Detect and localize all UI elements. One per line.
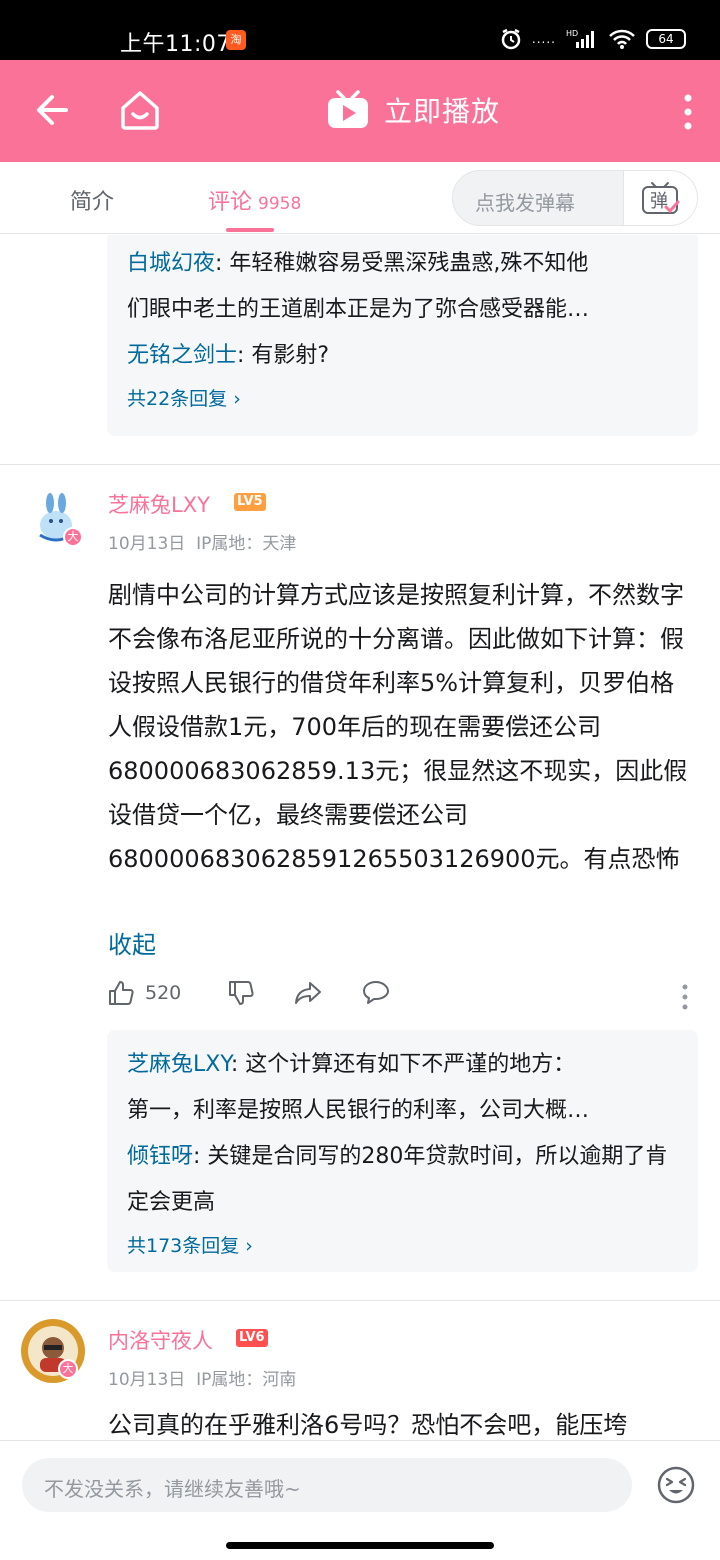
signal-dots-icon: ..... <box>531 32 556 46</box>
comment-ip: IP属地：天津 <box>196 534 297 554</box>
comment-ip: IP属地：河南 <box>196 1370 297 1390</box>
play-now-button[interactable]: 立即播放 <box>326 90 500 130</box>
comment-more-icon[interactable] <box>682 984 688 1010</box>
battery-icon: 64 <box>646 29 686 49</box>
view-more-replies-link[interactable]: 共22条回复 › <box>127 379 678 419</box>
view-more-replies-link[interactable]: 共173条回复 › <box>127 1226 678 1266</box>
comment-body: 剧情中公司的计算方式应该是按照复利计算，不然数字不会像布洛尼亚所说的十分离谱。因… <box>108 581 688 873</box>
active-tab-indicator <box>226 228 274 232</box>
thumbs-up-icon <box>109 981 134 1005</box>
reply-item[interactable]: 倾钰呀: 关键是合同写的280年贷款时间，所以逾期了肯定会更高 <box>127 1134 678 1226</box>
reply-item[interactable]: 白城幻夜: 年轻稚嫩容易受黑深残蛊惑,殊不知他 <box>127 241 678 287</box>
reply-username[interactable]: 无铭之剑士 <box>127 343 237 368</box>
tab-intro[interactable]: 简介 <box>70 184 114 216</box>
reply-item[interactable]: 无铭之剑士: 有影射? <box>127 333 678 379</box>
danmaku-glyph: 弹 <box>650 191 668 212</box>
danmaku-input[interactable]: 点我发弹幕 弹 <box>452 170 698 226</box>
collapse-link[interactable]: 收起 <box>108 925 156 960</box>
level-badge: LV6 <box>236 1329 268 1347</box>
tv-play-icon <box>328 90 368 128</box>
home-indicator <box>226 1542 494 1549</box>
reply-text: : 这个计算还有如下不严谨的地方： <box>230 1052 576 1077</box>
danmaku-toggle-button[interactable]: 弹 <box>623 171 697 225</box>
reply-preview-box[interactable]: 白城幻夜: 年轻稚嫩容易受黑深残蛊惑,殊不知他 们眼中老土的王道剧本正是为了弥合… <box>107 235 698 436</box>
reply-item[interactable]: 芝麻兔LXY: 这个计算还有如下不严谨的地方： <box>127 1042 678 1088</box>
tab-comments[interactable]: 评论 9958 <box>208 184 301 216</box>
home-icon[interactable] <box>118 88 162 132</box>
like-button[interactable]: 520 <box>107 979 181 1007</box>
network-type-label: HD <box>566 29 578 38</box>
reply-username[interactable]: 白城幻夜 <box>127 251 215 276</box>
back-arrow-icon[interactable] <box>34 90 70 130</box>
taobao-notification-icon: 淘 <box>226 30 246 50</box>
level-badge: LV5 <box>234 493 266 511</box>
share-icon[interactable] <box>293 979 323 1007</box>
reply-preview-box[interactable]: 芝麻兔LXY: 这个计算还有如下不严谨的地方： 第一，利率是按照人民银行的利率，… <box>107 1030 698 1272</box>
comment-date: 10月13日 <box>108 1370 186 1390</box>
system-icons: ..... HD 64 <box>500 28 686 50</box>
divider <box>0 1300 720 1301</box>
danmaku-icon: 弹 <box>642 182 680 214</box>
reply-username[interactable]: 芝麻兔LXY <box>127 1052 231 1077</box>
more-options-icon[interactable] <box>682 94 694 130</box>
reply-text: : 有影射? <box>237 343 330 368</box>
comment-actions: 520 <box>107 979 391 1007</box>
comment-list[interactable]: 白城幻夜: 年轻稚嫩容易受黑深残蛊惑,殊不知他 们眼中老土的王道剧本正是为了弥合… <box>0 235 720 1440</box>
divider <box>0 464 720 465</box>
tab-bar: 简介 评论 9958 点我发弹幕 弹 <box>0 162 720 234</box>
reply-bubble-icon[interactable] <box>361 979 391 1007</box>
status-time: 上午11:07 <box>120 32 231 57</box>
reply-item-continuation: 第一，利率是按照人民银行的利率，公司大概… <box>127 1098 590 1123</box>
vip-badge: 大 <box>58 1359 78 1379</box>
reply-username[interactable]: 倾钰呀 <box>127 1144 193 1169</box>
vip-badge: 大 <box>63 527 83 547</box>
comment-meta: 10月13日 IP属地：天津 <box>108 529 296 554</box>
alarm-icon <box>501 28 521 50</box>
comment-date: 10月13日 <box>108 534 186 554</box>
reply-text: : 关键是合同写的280年贷款时间，所以逾期了肯定会更高 <box>127 1144 668 1215</box>
comment-username[interactable]: 内洛守夜人 <box>108 1325 213 1355</box>
signal-icon: HD <box>566 29 594 48</box>
status-bar: 上午11:07 淘 ..... HD 64 <box>0 0 720 60</box>
thumbs-down-icon[interactable] <box>227 979 255 1007</box>
comment-username[interactable]: 芝麻兔LXY <box>108 489 210 519</box>
danmaku-placeholder: 点我发弹幕 <box>475 191 575 215</box>
comment-meta: 10月13日 IP属地：河南 <box>108 1365 296 1390</box>
emoji-icon[interactable] <box>656 1465 696 1505</box>
like-count: 520 <box>145 982 182 1004</box>
video-header: 立即播放 <box>0 60 720 162</box>
comment-body: 公司真的在乎雅利洛6号吗？恐怕不会吧，能压垮 <box>108 1411 628 1439</box>
reply-text: : 年轻稚嫩容易受黑深残蛊惑,殊不知他 <box>215 251 589 276</box>
comment-input-placeholder: 不发没关系，请继续友善哦~ <box>44 1477 301 1501</box>
comment-input[interactable]: 不发没关系，请继续友善哦~ <box>22 1458 632 1512</box>
comments-count: 9958 <box>258 194 302 214</box>
wifi-icon <box>609 29 635 49</box>
reply-item-continuation: 们眼中老土的王道剧本正是为了弥合感受器能… <box>127 297 590 322</box>
play-now-label: 立即播放 <box>384 95 501 128</box>
tab-comments-label: 评论 <box>208 190 253 215</box>
